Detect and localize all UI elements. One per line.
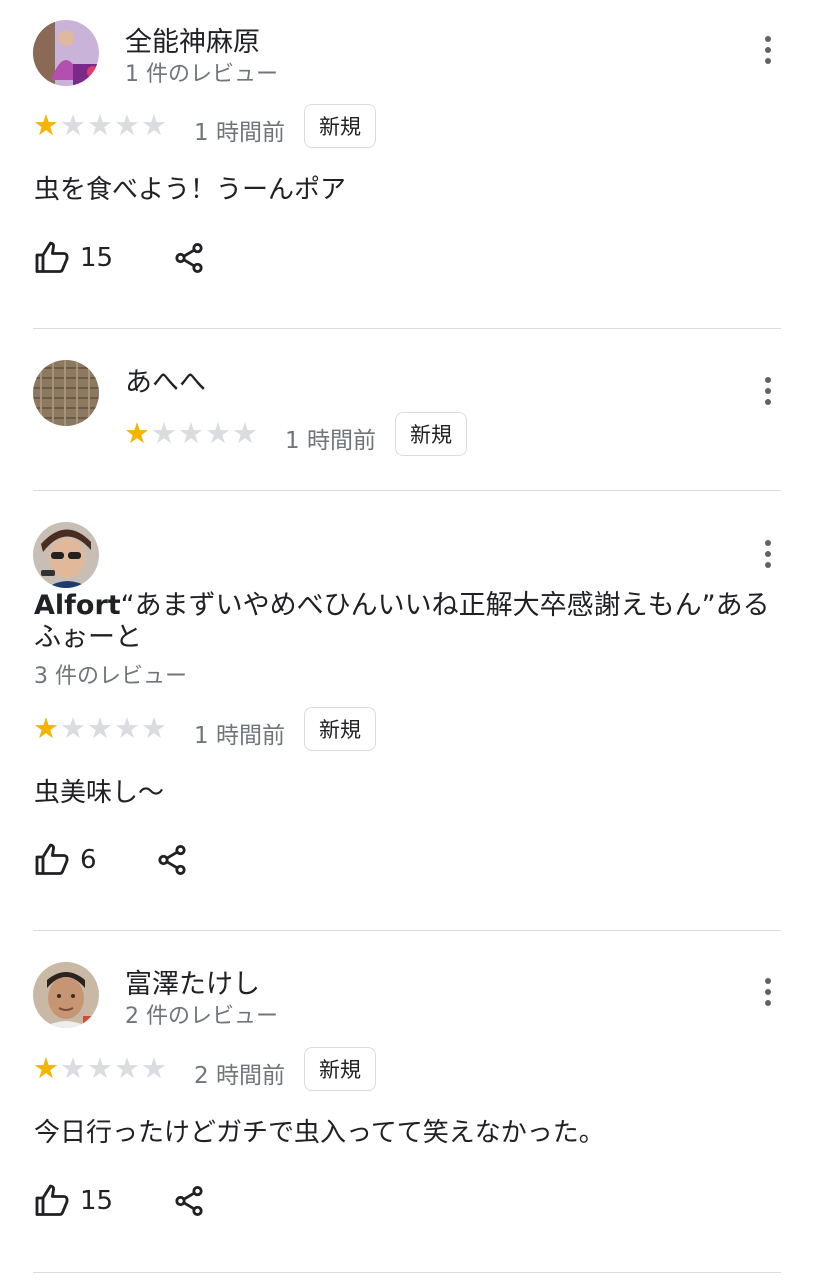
star-icon: ★: [87, 1051, 113, 1085]
star-icon: ★: [33, 108, 59, 142]
review-card: Alfort“あまずいやめべひんいいね正解大卒感謝えもん”あるふぉーと 3 件の…: [0, 492, 814, 932]
review-text: 虫を食べよう！うーんポア: [34, 175, 347, 205]
star-icon: ★: [141, 711, 167, 745]
review-time: 1 時間前: [194, 120, 285, 146]
more-vert-icon[interactable]: [758, 974, 778, 1010]
new-badge: 新規: [304, 104, 376, 148]
thumb-up-icon: [35, 1184, 69, 1216]
star-icon: ★: [87, 108, 113, 142]
star-rating: ★ ★ ★ ★ ★: [33, 110, 167, 140]
review-text: 虫美味し〜: [34, 778, 165, 808]
star-icon: ★: [205, 416, 231, 450]
reviewer-name-part: “あまずいやめべひんいいね正解大卒感謝えもん”あるふぉーと: [34, 590, 770, 653]
review-count: 2 件のレビュー: [125, 1004, 278, 1029]
share-icon[interactable]: [155, 843, 189, 877]
divider: [33, 930, 781, 931]
reviewer-name[interactable]: あへへ: [125, 360, 206, 399]
divider: [33, 490, 781, 491]
review-count: 3 件のレビュー: [34, 664, 187, 689]
share-icon[interactable]: [172, 241, 206, 275]
avatar[interactable]: [33, 360, 99, 426]
new-badge: 新規: [395, 412, 467, 456]
more-vert-icon[interactable]: [758, 32, 778, 68]
star-icon: ★: [124, 416, 150, 450]
star-icon: ★: [114, 1051, 140, 1085]
review-text: 今日行ったけどガチで虫入ってて笑えなかった。: [34, 1118, 605, 1148]
like-button[interactable]: 6: [34, 842, 97, 878]
share-icon[interactable]: [172, 1184, 206, 1218]
star-icon: ★: [114, 711, 140, 745]
thumb-up-icon: [35, 843, 69, 875]
star-icon: ★: [178, 416, 204, 450]
review-time: 1 時間前: [285, 428, 376, 454]
star-icon: ★: [33, 711, 59, 745]
avatar[interactable]: [33, 962, 99, 1028]
review-time: 1 時間前: [194, 723, 285, 749]
more-vert-icon[interactable]: [758, 536, 778, 572]
like-button[interactable]: 15: [34, 1183, 113, 1219]
star-icon: ★: [60, 1051, 86, 1085]
like-count: 6: [80, 845, 97, 875]
review-time: 2 時間前: [194, 1063, 285, 1089]
divider: [33, 1272, 781, 1273]
avatar[interactable]: [33, 522, 99, 588]
star-rating: ★ ★ ★ ★ ★: [124, 418, 258, 448]
review-card: 富澤たけし 2 件のレビュー ★ ★ ★ ★ ★ 2 時間前 新規 今日行ったけ…: [0, 932, 814, 1276]
thumb-up-icon: [35, 241, 69, 273]
star-icon: ★: [60, 108, 86, 142]
reviewer-name[interactable]: Alfort“あまずいやめべひんいいね正解大卒感謝えもん”あるふぉーと: [34, 590, 779, 654]
like-button[interactable]: 15: [34, 240, 113, 276]
star-icon: ★: [232, 416, 258, 450]
new-badge: 新規: [304, 707, 376, 751]
reviewer-name[interactable]: 全能神麻原: [125, 20, 260, 59]
new-badge: 新規: [304, 1047, 376, 1091]
star-icon: ★: [87, 711, 113, 745]
star-rating: ★ ★ ★ ★ ★: [33, 1053, 167, 1083]
star-icon: ★: [114, 108, 140, 142]
star-icon: ★: [151, 416, 177, 450]
review-count: 1 件のレビュー: [125, 62, 278, 87]
star-icon: ★: [141, 108, 167, 142]
review-card: 全能神麻原 1 件のレビュー ★ ★ ★ ★ ★ 1 時間前 新規 虫を食べよう…: [0, 0, 814, 330]
reviewer-name-part: Alfort: [34, 590, 121, 621]
star-icon: ★: [60, 711, 86, 745]
divider: [33, 328, 781, 329]
like-count: 15: [80, 1186, 114, 1216]
review-card: あへへ ★ ★ ★ ★ ★ 1 時間前 新規: [0, 330, 814, 492]
star-icon: ★: [141, 1051, 167, 1085]
star-rating: ★ ★ ★ ★ ★: [33, 713, 167, 743]
like-count: 15: [80, 243, 114, 273]
avatar[interactable]: [33, 20, 99, 86]
reviewer-name[interactable]: 富澤たけし: [125, 962, 260, 1001]
more-vert-icon[interactable]: [758, 373, 778, 409]
star-icon: ★: [33, 1051, 59, 1085]
